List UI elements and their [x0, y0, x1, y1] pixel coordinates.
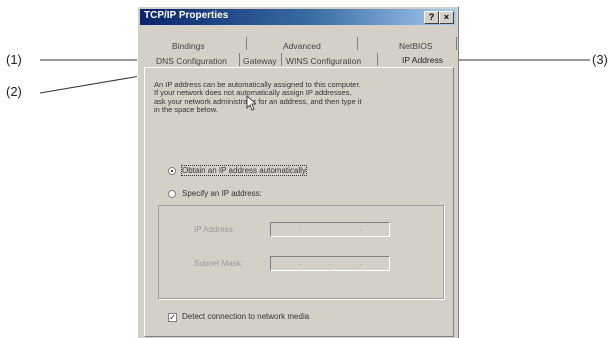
subnet-dot: . [329, 258, 332, 267]
subnet-mask-label: Subnet Mask: [194, 259, 243, 268]
tab-divider [246, 37, 247, 50]
ip-dot: . [329, 224, 332, 233]
ip-dot: . [359, 224, 362, 233]
window-title: TCP/IP Properties [144, 10, 229, 21]
obtain-ip-radio[interactable] [168, 167, 176, 175]
specify-ip-group [158, 205, 444, 299]
tab-divider [281, 53, 282, 66]
detect-media-checkbox[interactable]: ✓ [168, 313, 177, 322]
tab-wins-configuration[interactable]: WINS Configuration [286, 56, 361, 66]
ip-address-label: IP Address: [194, 225, 235, 234]
specify-ip-radio[interactable] [168, 190, 176, 198]
detect-media-label[interactable]: Detect connection to network media [182, 312, 309, 321]
tab-divider [456, 37, 457, 50]
ip-description-text: An IP address can be automatically assig… [154, 80, 362, 115]
ip-address-input[interactable]: . . . [270, 222, 390, 237]
tab-ip-address[interactable]: IP Address [402, 55, 443, 65]
mouse-pointer-icon [246, 95, 256, 111]
tcpip-properties-dialog: TCP/IP Properties ? × Bindings Advanced … [137, 6, 459, 338]
subnet-dot: . [299, 258, 302, 267]
tab-divider [357, 37, 358, 50]
tab-bindings[interactable]: Bindings [172, 41, 205, 51]
title-bar[interactable]: TCP/IP Properties ? × [140, 9, 456, 25]
tab-netbios[interactable]: NetBIOS [399, 41, 433, 51]
tab-gateway[interactable]: Gateway [243, 56, 277, 66]
tab-divider [377, 53, 378, 66]
help-button[interactable]: ? [424, 11, 439, 24]
specify-ip-label[interactable]: Specify an IP address: [182, 189, 262, 198]
obtain-ip-label[interactable]: Obtain an IP address automatically [181, 165, 307, 176]
tab-divider [239, 53, 240, 66]
close-button[interactable]: × [439, 11, 454, 24]
subnet-dot: . [359, 258, 362, 267]
subnet-mask-input[interactable]: . . . [270, 256, 390, 271]
tab-advanced[interactable]: Advanced [283, 41, 321, 51]
tab-dns-configuration[interactable]: DNS Configuration [156, 56, 227, 66]
ip-dot: . [299, 224, 302, 233]
